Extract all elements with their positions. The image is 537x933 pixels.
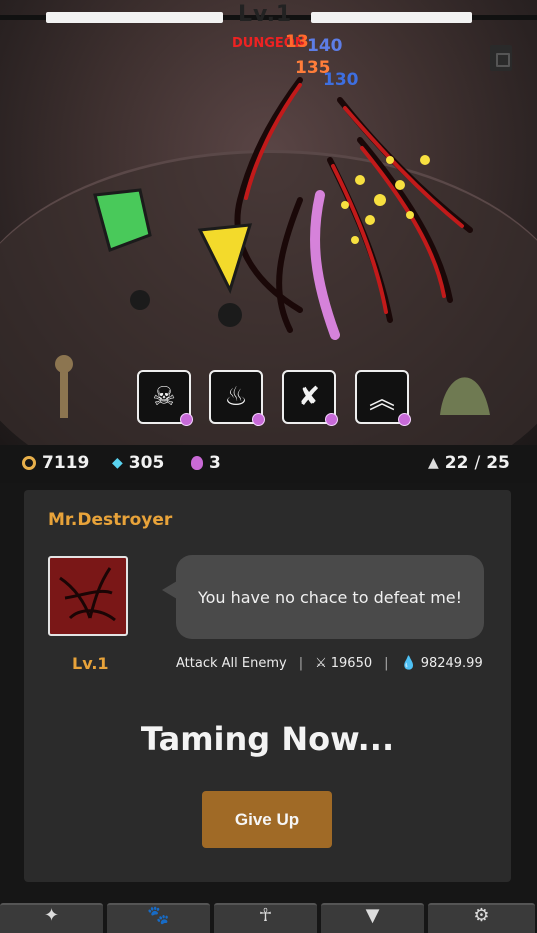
nav-tab-totem[interactable]: ☥	[214, 903, 317, 933]
potion-icon	[325, 413, 338, 426]
gem-value: 305	[128, 453, 165, 473]
skill-fire-skull[interactable]: ☠	[137, 370, 193, 426]
skill-double-arrow-up[interactable]: ︽	[355, 370, 411, 426]
cup-icon: ▼	[365, 905, 380, 926]
bottom-nav: ✦ 🐾 ☥ ▼ ⚙	[0, 903, 537, 933]
potion-stat: 3	[191, 453, 221, 473]
population-max: 25	[486, 453, 510, 473]
nav-tab-shop[interactable]: ▼	[321, 903, 424, 933]
gear-icon: ⚙	[473, 905, 490, 926]
potion-value: 3	[209, 453, 221, 473]
sword-icon: ⚔	[315, 656, 327, 671]
health-drop-icon: 💧	[400, 656, 417, 671]
gold-stat: 7119	[22, 453, 89, 473]
nav-tab-settings[interactable]: ⚙	[428, 903, 535, 933]
potion-icon	[252, 413, 265, 426]
potion-icon	[398, 413, 411, 426]
population-value: 22	[444, 453, 469, 473]
boss-panel: Mr.Destroyer Lv.1 You have no chace to d…	[24, 490, 511, 882]
skill-slash[interactable]: ✘	[282, 370, 338, 426]
boss-attack: 19650	[330, 656, 373, 671]
boss-health: 98249.99	[420, 656, 483, 671]
gold-value: 7119	[42, 453, 90, 473]
ankh-icon: ☥	[258, 905, 273, 926]
tent-icon: ▲	[428, 455, 439, 471]
coin-icon	[22, 456, 36, 470]
potion-icon	[191, 456, 203, 470]
battle-scene: Lv.1 DUNGEON 13 140 135 130 ☠ ♨ ✘ ︽	[0, 0, 537, 445]
population-stat: ▲ 22 / 25	[428, 453, 510, 473]
resource-bar: 7119 ◆ 305 3 ▲ 22 / 25	[0, 445, 537, 483]
divider: |	[298, 656, 304, 671]
divider: |	[384, 656, 389, 671]
potion-icon	[180, 413, 193, 426]
gem-stat: ◆ 305	[112, 453, 164, 473]
speech-bubble: You have no chace to defeat me!	[162, 555, 484, 639]
give-up-button[interactable]: Give Up	[202, 791, 332, 848]
boss-skill: Attack All Enemy	[176, 656, 287, 671]
boss-dialog: You have no chace to defeat me!	[197, 587, 463, 607]
taming-status: Taming Now...	[140, 720, 395, 758]
skill-flame-drop[interactable]: ♨	[209, 370, 265, 426]
boss-level: Lv.1	[72, 654, 109, 673]
sparkle-icon: ✦	[43, 905, 60, 926]
nav-tab-monsters[interactable]: ✦	[0, 903, 103, 933]
nav-tab-pets[interactable]: 🐾	[107, 903, 210, 933]
paw-icon: 🐾	[147, 905, 170, 926]
boss-stats: Attack All Enemy | ⚔ 19650 | 💧 98249.99	[176, 656, 483, 671]
population-separator: /	[474, 453, 481, 473]
boss-name: Mr.Destroyer	[48, 510, 173, 530]
diamond-icon: ◆	[112, 455, 123, 471]
boss-portrait	[48, 556, 128, 636]
skill-bar: ☠ ♨ ✘ ︽	[0, 370, 537, 428]
